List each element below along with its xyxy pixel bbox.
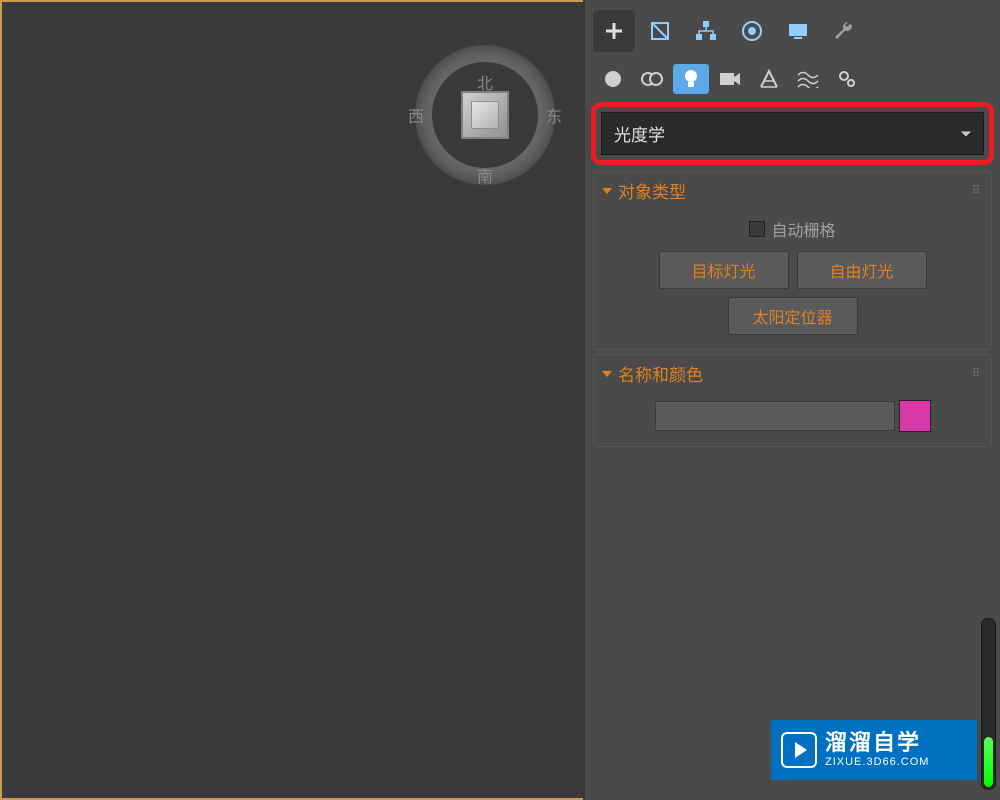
rollout-menu-icon[interactable]: ⠿: [972, 367, 981, 380]
modify-tab[interactable]: [639, 10, 681, 52]
lightbulb-icon: [681, 68, 701, 90]
viewport[interactable]: 北 南 西 东: [0, 0, 585, 800]
rollout-expand-icon: [602, 188, 612, 194]
viewcube-face-top[interactable]: [461, 91, 509, 139]
hierarchy-tab[interactable]: [685, 10, 727, 52]
chevron-down-icon: [961, 131, 971, 136]
sun-positioner-button[interactable]: 太阳定位器: [728, 297, 858, 335]
watermark-text: 溜溜自学 ZIXUE.3D66.COM: [825, 732, 929, 768]
geometry-category[interactable]: [595, 64, 631, 94]
helpers-category[interactable]: [751, 64, 787, 94]
motion-tab[interactable]: [731, 10, 773, 52]
shapes-category[interactable]: [634, 64, 670, 94]
subcategory-dropdown[interactable]: 光度学: [601, 112, 984, 155]
play-triangle-icon: [795, 742, 807, 758]
systems-category[interactable]: [829, 64, 865, 94]
viewcube-east-label: 东: [546, 103, 562, 127]
name-color-rollout: 名称和颜色 ⠿: [593, 354, 992, 447]
sphere-icon: [603, 69, 623, 89]
command-panel: 光度学 对象类型 ⠿ 自动栅格 目标灯光 自由灯光 太阳定位器 名称和颜色: [585, 0, 1000, 800]
name-color-body: [594, 392, 991, 446]
viewcube[interactable]: 北 南 西 东: [410, 40, 560, 190]
autogrid-checkbox[interactable]: [749, 221, 765, 237]
object-type-body: 自动栅格 目标灯光 自由灯光 太阳定位器: [594, 209, 991, 349]
object-type-title: 对象类型: [618, 178, 686, 203]
viewcube-face-top-inner: [471, 101, 499, 129]
helper-icon: [759, 69, 779, 89]
name-color-rollout-header[interactable]: 名称和颜色 ⠿: [594, 355, 991, 392]
watermark-main-text: 溜溜自学: [825, 732, 929, 754]
category-row: [585, 58, 1000, 100]
camera-icon: [719, 70, 741, 88]
object-name-input[interactable]: [655, 401, 895, 431]
lights-category[interactable]: [673, 64, 709, 94]
watermark-sub-text: ZIXUE.3D66.COM: [825, 756, 929, 768]
name-color-title: 名称和颜色: [618, 361, 703, 386]
main-tab-row: [585, 0, 1000, 58]
modify-icon: [648, 19, 672, 43]
autogrid-label: 自动栅格: [771, 217, 835, 241]
watermark-play-icon: [781, 732, 817, 768]
spacewarp-icon: [797, 70, 819, 88]
hierarchy-icon: [694, 19, 718, 43]
watermark-logo: 溜溜自学 ZIXUE.3D66.COM: [771, 720, 977, 780]
rollout-menu-icon[interactable]: ⠿: [972, 184, 981, 197]
cameras-category[interactable]: [712, 64, 748, 94]
free-light-button[interactable]: 自由灯光: [797, 251, 927, 289]
vertical-slider[interactable]: [981, 618, 996, 790]
viewcube-west-label: 西: [408, 103, 424, 127]
object-type-rollout: 对象类型 ⠿ 自动栅格 目标灯光 自由灯光 太阳定位器: [593, 171, 992, 350]
utilities-tab[interactable]: [823, 10, 865, 52]
create-tab[interactable]: [593, 10, 635, 52]
spacewarps-category[interactable]: [790, 64, 826, 94]
autogrid-row: 自动栅格: [614, 217, 971, 241]
wrench-icon: [832, 19, 856, 43]
rollout-expand-icon: [602, 371, 612, 377]
slider-fill: [984, 737, 993, 787]
gears-icon: [837, 69, 857, 89]
object-color-swatch[interactable]: [899, 400, 931, 432]
viewcube-north-label: 北: [477, 70, 493, 94]
viewcube-south-label: 南: [477, 163, 493, 187]
dropdown-highlight-annotation: 光度学: [591, 102, 994, 165]
object-type-rollout-header[interactable]: 对象类型 ⠿: [594, 172, 991, 209]
display-tab[interactable]: [777, 10, 819, 52]
dropdown-selected-label: 光度学: [614, 126, 665, 145]
target-light-button[interactable]: 目标灯光: [659, 251, 789, 289]
object-type-buttons: 目标灯光 自由灯光 太阳定位器: [614, 251, 971, 335]
plus-icon: [602, 19, 626, 43]
shapes-icon: [641, 69, 663, 89]
display-icon: [786, 19, 810, 43]
motion-icon: [740, 19, 764, 43]
